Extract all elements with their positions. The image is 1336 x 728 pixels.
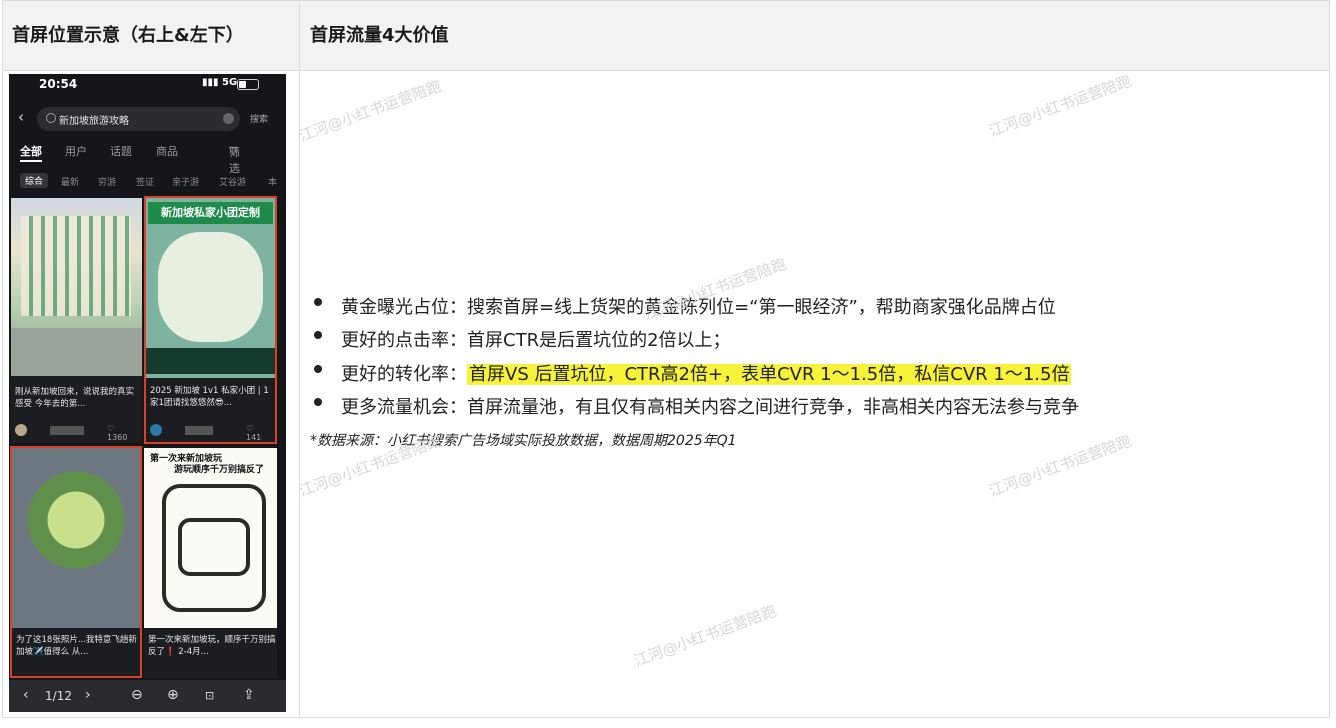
page-indicator: 1/12: [45, 689, 72, 703]
list-item-text: 更好的转化率： 首屏VS 后置坑位，CTR高2倍+，表单CVR 1～1.5倍，私信…: [341, 360, 1072, 386]
card-meta: ♡ 141: [150, 424, 261, 442]
route-poster: 第一次来新加坡玩 游玩顺序千万别搞反了: [144, 448, 277, 628]
back-icon[interactable]: ‹: [18, 108, 24, 126]
bullet-icon: [314, 298, 322, 306]
bullet-icon: [314, 365, 322, 373]
prev-page-icon[interactable]: ‹: [23, 687, 29, 703]
list-item-label: 更好的转化率：: [341, 364, 467, 385]
search-row: ‹ 新加坡旅游攻略 搜索: [9, 106, 286, 132]
chip-more[interactable]: 本: [268, 175, 277, 188]
status-bar: 20:54 ▮▮▮ 5G: [9, 74, 286, 96]
card-caption: 第一次来新加坡玩，顺序千万别搞反了❗️ 2-4月...: [148, 635, 276, 657]
phone-screenshot: 20:54 ▮▮▮ 5G ‹ 新加坡旅游攻略 搜索 全部 用户 话题 商品 筛选…: [9, 74, 286, 712]
chip-family[interactable]: 亲子游: [172, 175, 199, 188]
filter-icon: ▽: [229, 144, 238, 157]
search-icon: [46, 113, 56, 123]
heart-icon: ♡: [107, 424, 115, 433]
note-card-highlighted[interactable]: 为了这18张照片...我特意飞趟新加坡✈️值得么 从...: [10, 446, 142, 678]
column-divider: [299, 1, 300, 717]
share-icon[interactable]: ⇪: [243, 687, 255, 703]
card-meta: ♡ 1360: [15, 424, 127, 442]
poster-subtitle: 游玩顺序千万别搞反了: [174, 465, 265, 475]
banner-title: 新加坡私家小团定制: [148, 202, 273, 224]
note-card[interactable]: 第一次来新加坡玩 游玩顺序千万别搞反了 第一次来新加坡玩，顺序千万别搞反了❗️ …: [144, 448, 277, 678]
author-name-redacted: [184, 425, 213, 435]
search-input[interactable]: 新加坡旅游攻略: [37, 107, 240, 131]
network-label: 5G: [222, 77, 238, 88]
header-traffic-value: 首屏流量4大价值: [310, 25, 449, 46]
card-caption: 2025 新加坡 1v1 私家小团 | 1家1团请找悠悠然😎...: [150, 386, 269, 408]
chip-comprehensive[interactable]: 综合: [20, 173, 49, 188]
next-page-icon[interactable]: ›: [85, 687, 91, 703]
heart-icon: ♡: [246, 424, 254, 433]
search-button[interactable]: 搜索: [250, 112, 268, 125]
like-count-value: 1360: [107, 433, 128, 442]
map-image: 新加坡私家小团定制: [146, 198, 275, 378]
chip-latest[interactable]: 最新: [61, 175, 79, 188]
bullet-icon: [314, 398, 322, 406]
chip-visa[interactable]: 签证: [136, 175, 154, 188]
chip-other[interactable]: 艾谷游: [219, 175, 246, 188]
zoom-out-icon[interactable]: ⊖: [131, 687, 143, 703]
zoom-in-icon[interactable]: ⊕: [167, 687, 179, 703]
chip-budget[interactable]: 穷游: [98, 175, 116, 188]
card-caption: 为了这18张照片...我特意飞趟新加坡✈️值得么 从...: [16, 635, 137, 657]
header-position-illustration: 首屏位置示意（右上&左下）: [12, 25, 244, 46]
clear-icon[interactable]: [223, 113, 234, 124]
table-header: 首屏位置示意（右上&左下） 首屏流量4大价值: [3, 1, 1329, 71]
highlighted-text: 首屏VS 后置坑位，CTR高2倍+，表单CVR 1～1.5倍，私信CVR 1～1…: [467, 364, 1072, 385]
tab-all[interactable]: 全部: [20, 143, 42, 159]
active-tab-underline: [20, 160, 42, 162]
tree-photo: [12, 448, 140, 628]
like-count: ♡ 1360: [107, 424, 127, 442]
actual-size-icon[interactable]: ⊡: [205, 689, 214, 702]
result-tabs: 全部 用户 话题 商品 筛选 ▽: [9, 142, 286, 175]
status-time: 20:54: [39, 77, 78, 91]
viewer-toolbar: ‹ 1/12 › ⊖ ⊕ ⊡ ⇪: [9, 680, 286, 712]
bullet-icon: [314, 331, 322, 339]
like-count: ♡ 141: [246, 424, 261, 442]
filter-chips: 综合 最新 穷游 签证 亲子游 艾谷游 本: [9, 172, 286, 190]
like-count-value: 141: [246, 433, 262, 442]
signal-icon: ▮▮▮ 5G: [202, 77, 238, 88]
note-card-highlighted[interactable]: 新加坡私家小团定制 2025 新加坡 1v1 私家小团 | 1家1团请找悠悠然😎…: [144, 196, 277, 444]
battery-icon: [237, 79, 259, 90]
note-card[interactable]: 刚从新加坡回来，说说我的真实感受 今年去的第... ♡ 1360: [11, 198, 142, 443]
tab-users[interactable]: 用户: [65, 143, 87, 159]
avatar: [150, 424, 162, 436]
data-source-note: *数据来源：小红书搜索广告场域实际投放数据，数据周期2025年Q1: [310, 433, 737, 449]
avatar: [15, 424, 27, 436]
author-name-redacted: [49, 425, 84, 435]
list-item-text: 更多流量机会：首屏流量池，有且仅有高相关内容之间进行竞争，非高相关内容无法参与竞…: [341, 397, 1079, 418]
building-photo: [11, 198, 142, 376]
tab-topics[interactable]: 话题: [110, 143, 132, 159]
list-item-text: 更好的点击率：首屏CTR是后置坑位的2倍以上；: [341, 330, 731, 351]
tab-products[interactable]: 商品: [156, 143, 178, 159]
search-query: 新加坡旅游攻略: [59, 116, 129, 127]
card-caption: 刚从新加坡回来，说说我的真实感受 今年去的第...: [15, 387, 135, 409]
